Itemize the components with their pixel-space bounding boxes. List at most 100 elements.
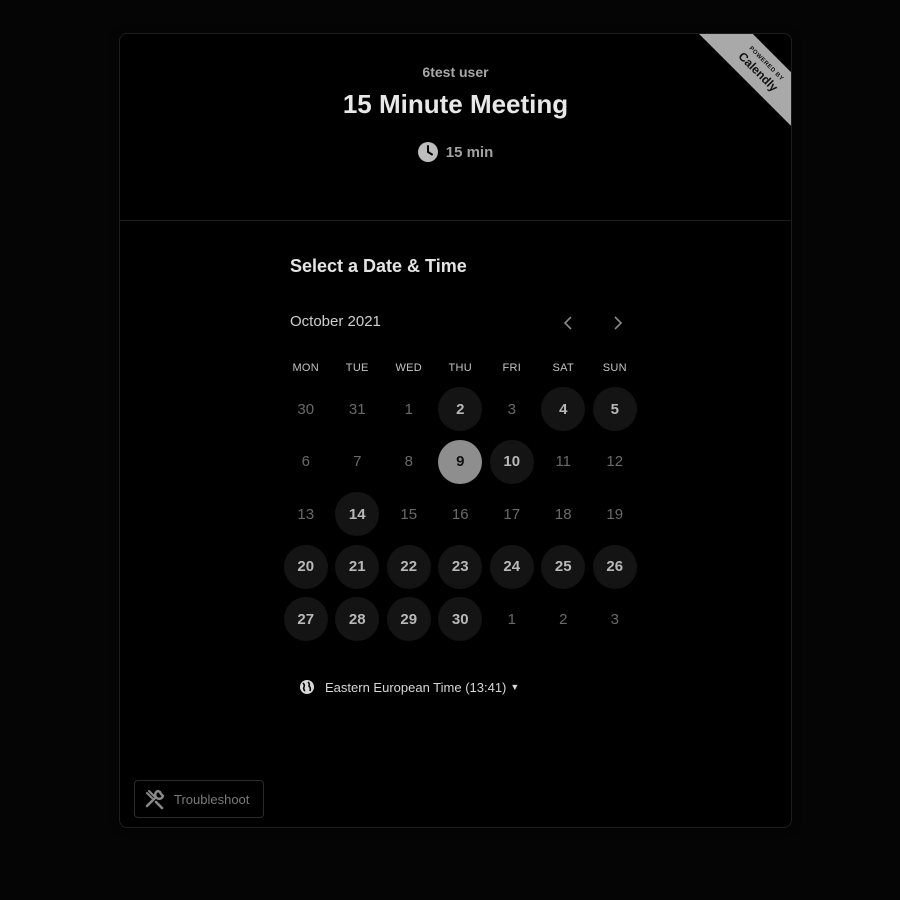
event-title: 15 Minute Meeting (342, 89, 569, 119)
next-month-button[interactable] (606, 311, 630, 335)
troubleshoot-button[interactable]: Troubleshoot (134, 780, 264, 818)
calendar-day-number: 28 (335, 597, 380, 642)
calendar-day-number: 2 (438, 387, 483, 432)
calendar-day-number: 30 (297, 400, 315, 418)
calendar-day: 3 (486, 383, 538, 436)
calendar-day-number: 3 (610, 610, 619, 628)
event-duration: 15 min (120, 142, 791, 162)
calendar-day-number: 18 (554, 505, 572, 523)
calendar-day-number: 11 (555, 453, 572, 471)
weekday-label: SUN (602, 362, 627, 374)
calendar-day: 18 (538, 488, 590, 541)
calendar-day: 30 (280, 383, 332, 436)
month-label: October 2021 (290, 313, 381, 330)
calendar-day-number: 25 (541, 544, 586, 589)
booking-card: POWERED BY Calendly 6test user 15 Minute… (119, 33, 792, 828)
calendar-day: 11 (538, 436, 590, 489)
duration-label: 15 min (445, 143, 494, 161)
calendar-day[interactable]: 30 (435, 593, 487, 646)
calendar-day[interactable]: 24 (486, 541, 538, 594)
calendar-day[interactable]: 22 (383, 541, 435, 594)
troubleshoot-label: Troubleshoot (174, 791, 250, 807)
calendar-day: 17 (486, 488, 538, 541)
timezone-selector[interactable]: Eastern European Time (13:41) ▼ (299, 679, 519, 695)
calendar-day-number: 2 (559, 610, 568, 628)
previous-month-button[interactable] (556, 311, 580, 335)
calendar-day[interactable]: 20 (280, 541, 332, 594)
calendar-day-number: 16 (451, 505, 469, 523)
calendar-day-number: 3 (507, 400, 516, 418)
calendar-day: 13 (280, 488, 332, 541)
calendar-day-number: 14 (335, 492, 380, 537)
calendar-day-number: 1 (404, 400, 413, 418)
caret-down-icon: ▼ (510, 682, 520, 692)
timezone-label: Eastern European Time (13:41) (325, 679, 507, 695)
calendar-day-number: 27 (283, 597, 328, 642)
calendar-day[interactable]: 28 (332, 593, 384, 646)
calendar-day[interactable]: 21 (332, 541, 384, 594)
calendar-day: 1 (383, 383, 435, 436)
calendar-day-number: 19 (606, 505, 624, 523)
calendar-day-number: 30 (438, 597, 483, 642)
chevron-right-icon (614, 316, 623, 330)
calendar-day[interactable]: 25 (538, 541, 590, 594)
calendar-day[interactable]: 23 (435, 541, 487, 594)
calendar-day: 6 (280, 436, 332, 489)
weekday-header-row: MON TUE WED THU FRI SAT SUN (280, 362, 641, 374)
calendar-day-number: 24 (489, 544, 534, 589)
calendar-day-number: 20 (283, 544, 328, 589)
clock-icon (417, 142, 438, 162)
calendar-day[interactable]: 2 (435, 383, 487, 436)
select-date-heading: Select a Date & Time (290, 256, 467, 276)
calendar-day-number: 26 (592, 544, 637, 589)
calendar-day-number: 13 (297, 505, 315, 523)
calendar-day-number: 4 (541, 387, 586, 432)
calendar-day: 8 (383, 436, 435, 489)
calendar-day-number: 8 (404, 453, 413, 471)
calendar-day-number: 6 (301, 453, 310, 471)
calendar-day[interactable]: 10 (486, 436, 538, 489)
calendar-day: 3 (589, 593, 641, 646)
calendar-day[interactable]: 4 (538, 383, 590, 436)
calendar-day-number: 17 (503, 505, 521, 523)
calendar-day: 16 (435, 488, 487, 541)
calendar-day-number: 12 (606, 453, 624, 471)
calendar-day-number: 31 (348, 400, 366, 418)
calendar-day-number: 7 (353, 453, 362, 471)
weekday-label: TUE (345, 362, 369, 374)
weekday-label: THU (448, 362, 472, 374)
calendar-day[interactable]: 5 (589, 383, 641, 436)
event-header: 6test user 15 Minute Meeting 15 min (120, 34, 791, 221)
calendar-day[interactable]: 29 (383, 593, 435, 646)
calendar-day-number: 15 (400, 505, 418, 523)
globe-icon (300, 680, 314, 694)
calendar-day-number: 5 (592, 387, 637, 432)
event-owner: 6test user (422, 64, 489, 80)
weekday-label: SAT (552, 362, 574, 374)
calendar-day-number: 9 (438, 439, 483, 484)
calendar-day[interactable]: 26 (589, 541, 641, 594)
weekday-label: FRI (502, 362, 522, 374)
calendar-day-selected[interactable]: 9 (435, 436, 487, 489)
calendar-day: 1 (486, 593, 538, 646)
wrench-icon (145, 789, 165, 810)
calendar-day[interactable]: 14 (332, 488, 384, 541)
calendar-day: 2 (538, 593, 590, 646)
calendar-day-number: 10 (489, 439, 534, 484)
month-navigation: October 2021 (290, 311, 630, 335)
calendar-day-number: 1 (507, 610, 516, 628)
calendar-day-number: 29 (386, 597, 431, 642)
calendar-day-number: 22 (386, 544, 431, 589)
calendar-day: 12 (589, 436, 641, 489)
chevron-left-icon (563, 316, 572, 330)
calendar-day: 15 (383, 488, 435, 541)
weekday-label: WED (395, 362, 423, 374)
calendar-day: 7 (332, 436, 384, 489)
weekday-label: MON (292, 362, 320, 374)
calendar-grid: 30 31 1 2 3 4 5 6 7 8 9 10 11 12 13 14 15 16 17 18 19 20 21 22 2… (280, 383, 641, 646)
calendar-day[interactable]: 27 (280, 593, 332, 646)
calendar-day: 31 (332, 383, 384, 436)
calendar-day-number: 21 (335, 544, 380, 589)
calendar-day: 19 (589, 488, 641, 541)
calendar-day-number: 23 (438, 544, 483, 589)
